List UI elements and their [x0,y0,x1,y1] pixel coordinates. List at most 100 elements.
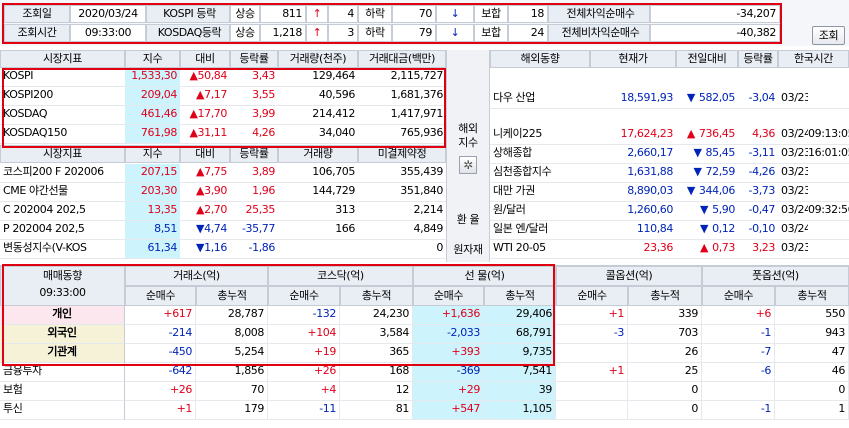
trading-group-4: 풋옵션(억) [702,266,849,286]
deriv-header-name: 시장지표 [0,145,125,163]
overseas-row-rate: -0,47 [738,202,778,221]
trading-cell [556,382,628,401]
market-row-amount: 765,936 [358,125,446,144]
overseas-row-time: 16:01:05 [808,145,849,164]
overseas-row-rate: -3,11 [738,145,778,164]
market-row-volume: 214,412 [278,106,358,125]
date-value[interactable]: 2020/03/24 [70,5,146,23]
trading-row-name[interactable]: 기관계 [0,344,125,363]
overseas-row-time [808,183,849,202]
trading-cell: +1 [125,401,196,420]
kospi-upper-count: 4 [328,5,358,23]
market-row-name[interactable]: KOSPI200 [0,87,125,106]
down-arrow-icon: ▼ [196,222,205,235]
market-row-name[interactable]: KOSPI [0,68,125,87]
trading-cell: -6 [702,363,775,382]
trading-cell [556,401,628,420]
trading-cell: -1 [702,325,775,344]
change-value: 50,84 [197,69,228,82]
trading-cell: 46 [775,363,849,382]
kosdaq-upper-count: 3 [328,24,358,42]
overseas-row-price: 23,36 [590,240,676,259]
overseas-header-rate: 등락률 [738,50,778,68]
trading-sub-header: 순매수 [125,286,196,306]
trading-cell: 39 [484,382,556,401]
overseas-row-name[interactable]: 니케이225 [490,126,590,145]
overseas-index-label: 해외 지수 [458,122,478,149]
market-row-name[interactable]: KOSDAQ150 [0,125,125,144]
up-arrow-icon: ▲ [196,184,205,197]
up-arrow-icon: ▲ [196,165,205,178]
deriv-row-oi: 355,439 [358,164,446,183]
deriv-row-oi: 0 [358,240,446,259]
deriv-row-rate: -1,86 [230,240,278,259]
overseas-row-name[interactable]: 원/달러 [490,202,590,221]
overseas-row-name[interactable]: 일본 엔/달러 [490,221,590,240]
query-button[interactable]: 조회 [812,26,845,45]
up-arrow-icon: ▲ [196,88,205,101]
trading-row-name[interactable]: 개인 [0,306,125,325]
market-row-name[interactable]: KOSDAQ [0,106,125,125]
kosdaq-lower-arrow: ↓ [436,24,474,42]
deriv-row-index: 203,30 [125,183,180,202]
market-row-rate: 3,43 [230,68,278,87]
deriv-row-name[interactable]: CME 야간선물 [0,183,125,202]
trading-sub-header: 총누적 [196,286,268,306]
trading-cell: 28,787 [196,306,268,325]
overseas-row-name[interactable]: 상해종합 [490,145,590,164]
trading-cell: +29 [413,382,484,401]
deriv-row-name[interactable]: C 202004 202,5 [0,202,125,221]
market-row-rate: 3,55 [230,87,278,106]
trading-group-3: 콜옵션(억) [556,266,702,286]
trading-cell: +1 [556,306,628,325]
change-value: 2,70 [204,203,227,216]
overseas-row-rate: -4,26 [738,164,778,183]
change-value: 4,74 [204,222,227,235]
overseas-row-rate: 4,36 [738,126,778,145]
deriv-row-index: 13,35 [125,202,180,221]
deriv-row-change: ▲3,90 [180,183,230,202]
down-arrow-icon: ▼ [700,203,709,216]
kospi-lower-arrow: ↓ [436,5,474,23]
trading-cell: 9,735 [484,344,556,363]
overseas-row-change: ▲ 0,73 [676,240,738,259]
deriv-row-volume: 166 [278,221,358,240]
deriv-row-volume: 313 [278,202,358,221]
market-row-rate: 3,99 [230,106,278,125]
deriv-row-name[interactable]: 변동성지수(V-KOS [0,240,125,259]
time-value[interactable]: 09:33:00 [70,24,146,42]
non-arbitrage-label: 전체비차익순매수 [548,24,650,42]
trading-row-name[interactable]: 보험 [0,382,125,401]
trading-row-name[interactable]: 외국인 [0,325,125,344]
deriv-header-rate: 등락률 [230,145,278,163]
trading-cell: 339 [628,306,702,325]
market-row-amount: 1,681,376 [358,87,446,106]
market-row-volume: 129,464 [278,68,358,87]
kosdaq-upper-arrow: ↑ [306,24,328,42]
overseas-row-date: 03/24 [778,126,808,145]
trading-row-name[interactable]: 투신 [0,401,125,420]
deriv-row-oi: 351,840 [358,183,446,202]
overseas-row-name[interactable]: 심천종합지수 [490,164,590,183]
overseas-row-name[interactable]: 다우 산업 [490,90,590,109]
overseas-row-rate: -3,04 [738,90,778,109]
overseas-row-name[interactable]: 대만 가권 [490,183,590,202]
down-arrow-icon: ▼ [686,184,695,197]
market-row-change: ▲50,84 [180,68,230,87]
change-value: 7,75 [204,165,227,178]
trading-cell: 7,541 [484,363,556,382]
deriv-row-change: ▲2,70 [180,202,230,221]
deriv-row-name[interactable]: 코스피200 F 202006 [0,164,125,183]
down-arrow-icon: ▼ [686,91,695,104]
down-arrow-icon: ▼ [700,222,709,235]
deriv-row-change: ▼4,74 [180,221,230,240]
down-arrow-icon: ▼ [693,146,702,159]
trading-row-name[interactable]: 금융투자 [0,363,125,382]
gear-icon[interactable]: ✲ [459,156,477,174]
overseas-row-price: 1,260,60 [590,202,676,221]
deriv-row-index: 61,34 [125,240,180,259]
overseas-row-name[interactable]: WTI 20-05 [490,240,590,259]
overseas-row-change: ▼ 582,05 [676,90,738,109]
kospi-updown-label: KOSPI 등락 [146,5,230,23]
deriv-row-name[interactable]: P 202004 202,5 [0,221,125,240]
